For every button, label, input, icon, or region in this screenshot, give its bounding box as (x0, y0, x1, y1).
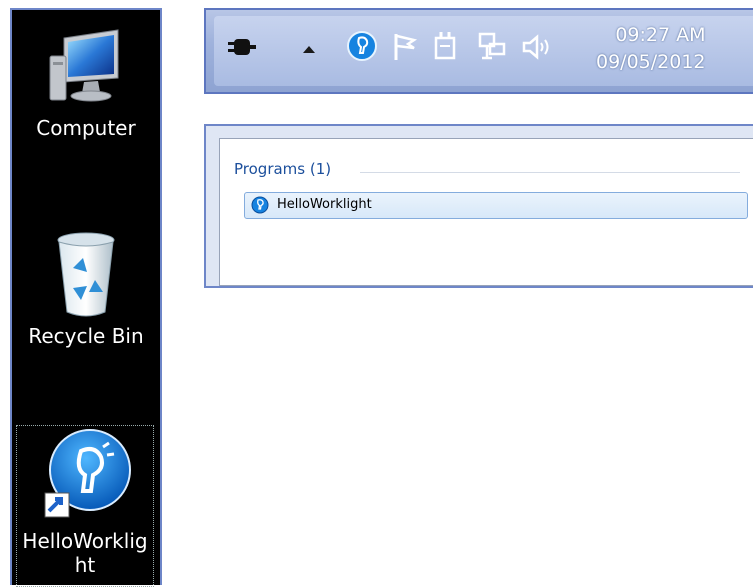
search-result-helloworklight[interactable]: HelloWorklight (244, 192, 748, 219)
volume-icon[interactable] (522, 34, 554, 60)
programs-section-header: Programs (1) (234, 160, 332, 178)
results-panel: Programs (1) HelloWorklight (219, 138, 753, 286)
worklight-small-icon (251, 196, 269, 214)
computer-icon (49, 29, 119, 102)
desktop-icon-label-line2: ht (74, 553, 96, 577)
section-divider (360, 172, 740, 173)
desktop-icon-label: Recycle Bin (28, 324, 144, 348)
desktop: Computer Recycle Bin HelloWorklig ht (10, 8, 162, 587)
desktop-icon-label-line1: HelloWorklig (22, 529, 148, 553)
tray-clock[interactable]: 09:27 AM 09/05/2012 (596, 22, 706, 76)
clock-time: 09:27 AM (615, 24, 706, 46)
recycle-bin-icon (57, 232, 115, 317)
worklight-app-icon (44, 429, 131, 518)
show-hidden-icons-arrow[interactable] (302, 44, 316, 54)
desktop-icon-computer[interactable]: Computer (12, 22, 160, 140)
power-plug-icon[interactable] (228, 36, 256, 58)
network-icon[interactable] (476, 30, 508, 62)
action-center-flag-icon[interactable] (392, 32, 418, 62)
clock-date: 09/05/2012 (596, 51, 706, 73)
worklight-tray-icon[interactable] (346, 30, 378, 62)
start-menu-search-results: Programs (1) HelloWorklight (204, 124, 753, 288)
power-icon[interactable] (432, 30, 458, 62)
desktop-icon-recycle-bin[interactable]: Recycle Bin (12, 228, 160, 348)
desktop-icon-helloworklight[interactable]: HelloWorklig ht (16, 425, 154, 587)
search-result-label: HelloWorklight (277, 197, 372, 212)
desktop-icon-label: Computer (36, 116, 136, 140)
taskbar-tray: 09:27 AM 09/05/2012 (204, 8, 753, 94)
